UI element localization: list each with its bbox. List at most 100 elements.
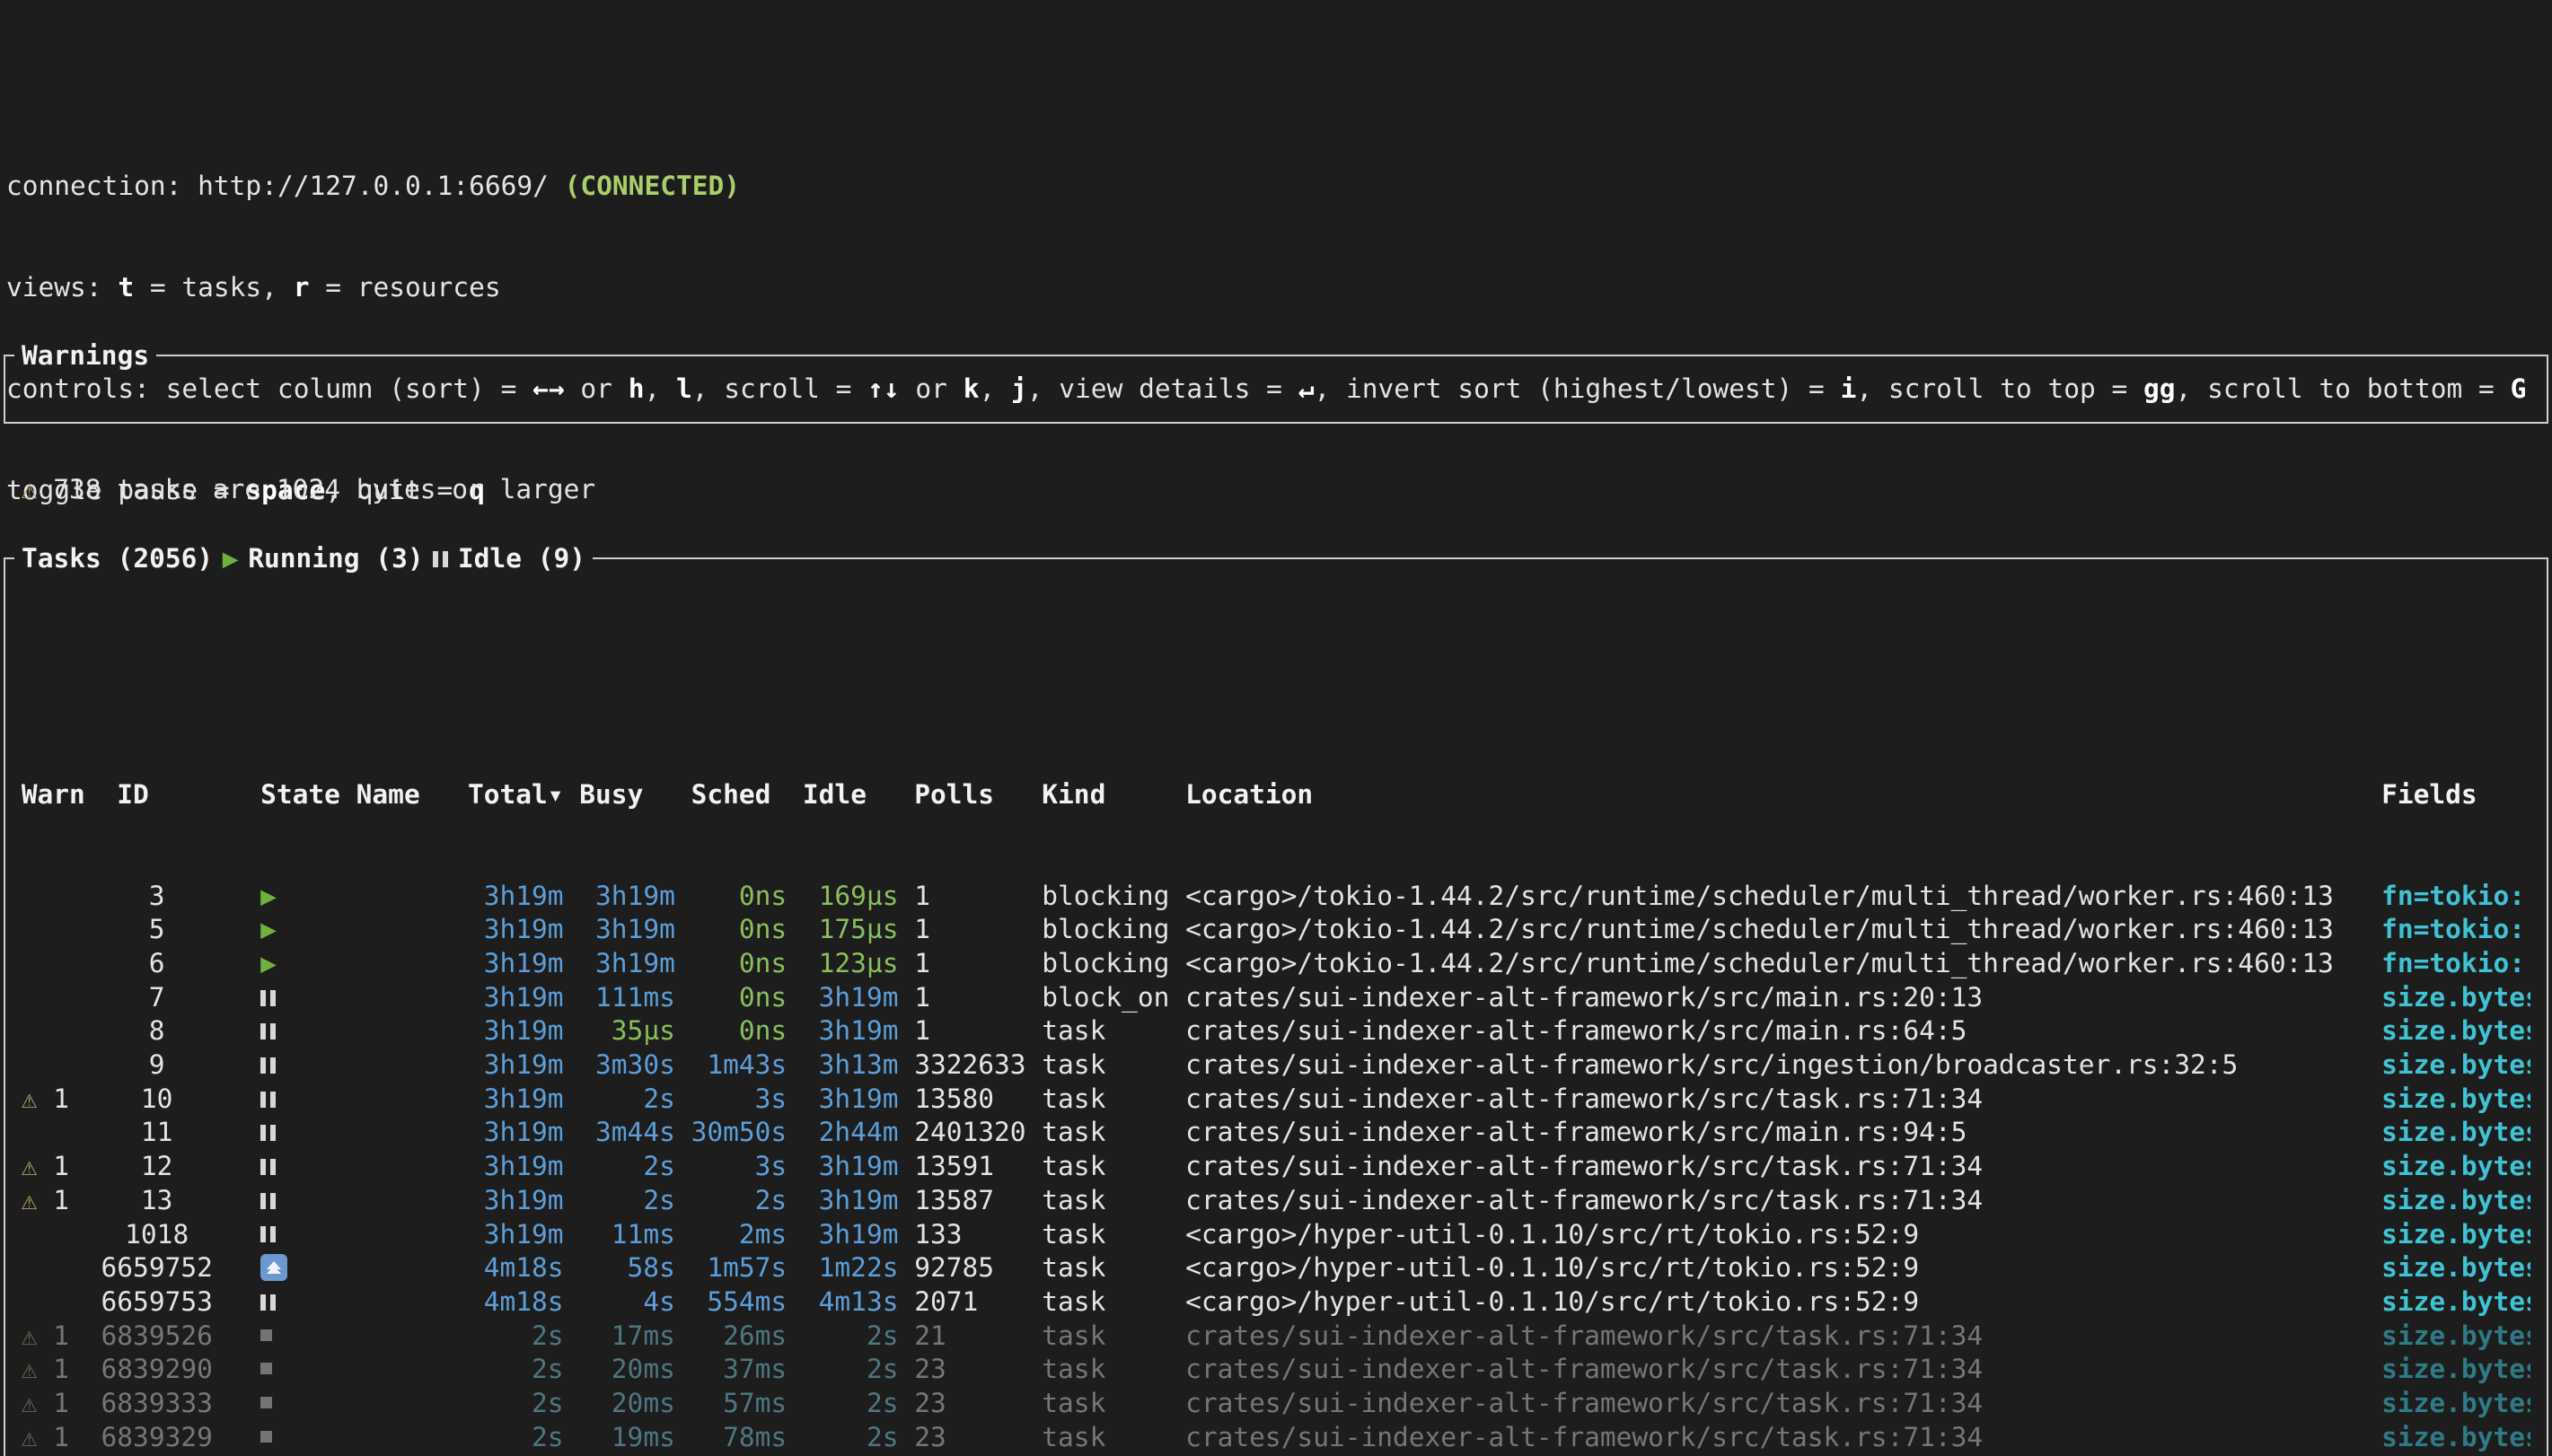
warn-cell [22, 981, 85, 1015]
task-id: 6839290 [101, 1353, 213, 1387]
column-header-warn[interactable]: Warn [22, 778, 85, 812]
fields-value: fn=tokio::r [2381, 913, 2530, 947]
task-row[interactable]: 5▶3h19m3h19m0ns175µs1blocking<cargo>/tok… [5, 913, 2547, 947]
warning-icon: ⚠ [22, 1151, 38, 1181]
task-id: 10 [101, 1083, 213, 1117]
warning-icon: ⚠ [22, 1388, 38, 1418]
connection-label: connection: [6, 171, 198, 201]
task-rows: 3▶3h19m3h19m0ns169µs1blocking<cargo>/tok… [5, 880, 2547, 1456]
task-row[interactable]: ⚠ 1103h19m2s3s3h19m13580taskcrates/sui-i… [5, 1083, 2547, 1117]
warning-icon: ⚠ [22, 1422, 38, 1452]
busy-duration: 3h19m [579, 913, 675, 947]
warn-cell [22, 1251, 85, 1285]
task-row[interactable]: ⚠ 168392902s20ms37ms2s23taskcrates/sui-i… [5, 1353, 2547, 1387]
location-path: crates/sui-indexer-alt-framework/src/tas… [1185, 1083, 2365, 1117]
column-header-fields[interactable]: Fields [2381, 778, 2530, 812]
idle-count-label: Idle (9) [458, 542, 585, 576]
location-path: crates/sui-indexer-alt-framework/src/tas… [1185, 1150, 2365, 1184]
state-cell: ▶ [229, 947, 340, 981]
task-row[interactable]: 83h19m35µs0ns3h19m1taskcrates/sui-indexe… [5, 1014, 2547, 1048]
idle-duration: 3h19m [803, 1184, 899, 1218]
task-row[interactable]: ⚠ 1123h19m2s3s3h19m13591taskcrates/sui-i… [5, 1150, 2547, 1184]
state-completed-icon [260, 1397, 272, 1408]
column-header-sched[interactable]: Sched [691, 778, 788, 812]
name-cell [356, 1421, 453, 1455]
column-header-idle[interactable]: Idle [803, 778, 899, 812]
name-cell [356, 981, 453, 1015]
task-row[interactable]: 66597534m18s4s554ms4m13s2071task<cargo>/… [5, 1285, 2547, 1320]
column-header-polls[interactable]: Polls [914, 778, 1025, 812]
warning-icon: ⚠ [22, 1185, 38, 1215]
polls-count: 2401320 [914, 1116, 1025, 1150]
sched-duration: 2ms [691, 1218, 788, 1252]
task-row[interactable]: 113h19m3m44s30m50s2h44m2401320taskcrates… [5, 1116, 2547, 1150]
key-tasks: t [118, 272, 134, 303]
name-cell [356, 880, 453, 914]
fields-value: fn=tokio::r [2381, 947, 2530, 981]
fields-value: size.bytes= [2381, 1014, 2530, 1048]
warning-item: ⚠ 738 tasks are 1024 bytes or larger [5, 473, 2547, 507]
kind-label: blocking [1042, 947, 1169, 981]
task-id: 7 [101, 981, 213, 1015]
kind-label: task [1042, 1083, 1169, 1117]
total-duration: 2s [468, 1421, 564, 1455]
total-duration: 3h19m [468, 1048, 564, 1083]
connection-line: connection: http://127.0.0.1:6669/ (CONN… [6, 170, 2552, 204]
location-path: crates/sui-indexer-alt-framework/src/tas… [1185, 1184, 2365, 1218]
task-row[interactable]: ⚠ 168393332s20ms57ms2s23taskcrates/sui-i… [5, 1387, 2547, 1421]
task-row[interactable]: 93h19m3m30s1m43s3h13m3322633taskcrates/s… [5, 1048, 2547, 1083]
location-path: crates/sui-indexer-alt-framework/src/tas… [1185, 1387, 2365, 1421]
sched-duration: 26ms [691, 1320, 788, 1354]
column-header-total-sorted[interactable]: Total▾ [468, 778, 564, 812]
state-idle-icon [260, 1218, 276, 1252]
state-idle-icon [260, 1184, 276, 1218]
column-header-state[interactable]: State [229, 778, 340, 812]
connection-url: http://127.0.0.1:6669/ [198, 171, 565, 201]
state-cell: ▶ [229, 913, 340, 947]
table-header-row: Warn ID State Name Total▾ Busy Sched Idl… [5, 778, 2547, 812]
running-count-label: Running (3) [248, 542, 423, 576]
column-header-id[interactable]: ID [101, 778, 213, 812]
task-row[interactable]: 6▶3h19m3h19m0ns123µs1blocking<cargo>/tok… [5, 947, 2547, 981]
busy-duration: 35µs [579, 1014, 675, 1048]
location-path: <cargo>/tokio-1.44.2/src/runtime/schedul… [1185, 947, 2365, 981]
task-id: 6839333 [101, 1387, 213, 1421]
total-duration: 2s [468, 1387, 564, 1421]
task-row[interactable]: 3▶3h19m3h19m0ns169µs1blocking<cargo>/tok… [5, 880, 2547, 914]
name-cell [356, 1014, 453, 1048]
column-header-busy[interactable]: Busy [579, 778, 675, 812]
sched-duration: 1m57s [691, 1251, 788, 1285]
fields-value: size.bytes= [2381, 1285, 2530, 1320]
task-row[interactable]: ⚠ 168395262s17ms26ms2s21taskcrates/sui-i… [5, 1320, 2547, 1354]
idle-duration: 3h13m [803, 1048, 899, 1083]
task-row[interactable]: 73h19m111ms0ns3h19m1block_oncrates/sui-i… [5, 981, 2547, 1015]
total-duration: 3h19m [468, 981, 564, 1015]
busy-duration: 17ms [579, 1320, 675, 1354]
busy-duration: 3m44s [579, 1116, 675, 1150]
warning-icon: ⚠ [22, 474, 38, 504]
sched-duration: 57ms [691, 1387, 788, 1421]
name-cell [356, 1116, 453, 1150]
warn-cell: ⚠ 1 [22, 1353, 85, 1387]
kind-label: blocking [1042, 880, 1169, 914]
kind-label: task [1042, 1320, 1169, 1354]
total-duration: 2s [468, 1320, 564, 1354]
task-row[interactable]: ⚠ 168393292s19ms78ms2s23taskcrates/sui-i… [5, 1421, 2547, 1455]
warn-cell [22, 913, 85, 947]
task-row[interactable]: 66597524m18s58s1m57s1m22s92785task<cargo… [5, 1251, 2547, 1285]
kind-label: task [1042, 1014, 1169, 1048]
task-row[interactable]: ⚠ 1133h19m2s2s3h19m13587taskcrates/sui-i… [5, 1184, 2547, 1218]
column-header-kind[interactable]: Kind [1042, 778, 1169, 812]
state-completed-icon [260, 1431, 272, 1443]
idle-duration: 175µs [803, 913, 899, 947]
column-header-name[interactable]: Name [356, 778, 453, 812]
state-idle-icon [260, 1285, 276, 1320]
column-header-location[interactable]: Location [1185, 778, 2365, 812]
polls-count: 92785 [914, 1251, 1025, 1285]
warn-cell [22, 1218, 85, 1252]
state-idle-icon [260, 981, 276, 1015]
task-row[interactable]: 10183h19m11ms2ms3h19m133task<cargo>/hype… [5, 1218, 2547, 1252]
polls-count: 13580 [914, 1083, 1025, 1117]
idle-duration: 2h44m [803, 1116, 899, 1150]
total-duration: 3h19m [468, 913, 564, 947]
